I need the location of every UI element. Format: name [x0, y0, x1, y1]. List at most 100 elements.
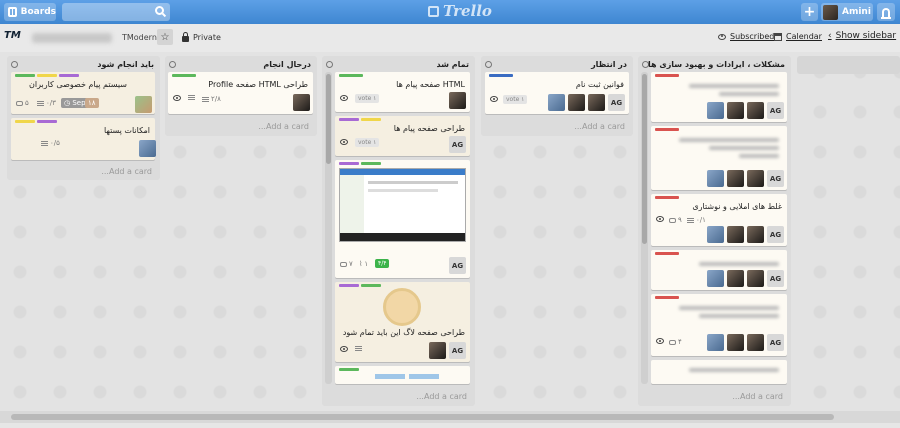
list-menu-icon[interactable]	[11, 61, 18, 68]
member-avatar-ag[interactable]: AG	[767, 334, 784, 351]
card[interactable]: AG	[651, 72, 787, 122]
member-avatar[interactable]	[707, 270, 724, 287]
list-title[interactable]: تمام شد	[436, 60, 469, 69]
member-avatar-ag[interactable]: AG	[767, 102, 784, 119]
scroll-thumb[interactable]	[326, 74, 331, 164]
member-avatar[interactable]	[139, 140, 156, 157]
member-avatar[interactable]	[747, 170, 764, 187]
member-avatar[interactable]	[727, 334, 744, 351]
member-avatar-ag[interactable]: AG	[767, 270, 784, 287]
member-avatar[interactable]	[707, 102, 724, 119]
scroll-thumb[interactable]	[642, 74, 647, 244]
card[interactable]: امکانات پستها ۰/۵	[11, 118, 156, 160]
member-menu-button[interactable]: Amini	[821, 3, 873, 21]
list-issues: مشکلات ، ایرادات و بهبود سازی ها AG AG غ…	[638, 56, 791, 406]
card[interactable]: ۴ AG	[651, 294, 787, 356]
label-green	[172, 74, 196, 77]
star-button[interactable]: ☆	[157, 29, 173, 45]
paperclip-icon: ⌇	[359, 260, 363, 268]
label-green	[339, 74, 363, 77]
watch-badge	[173, 95, 181, 101]
member-avatar[interactable]	[548, 94, 565, 111]
member-avatar-ag[interactable]: AG	[449, 342, 466, 359]
add-card-link[interactable]: Add a card...	[574, 122, 625, 131]
member-avatar[interactable]	[727, 270, 744, 287]
card[interactable]: غلط های املایی و نوشتاری ۹ ۰/۱ AG	[651, 194, 787, 246]
list-scrollbar[interactable]	[641, 72, 648, 384]
boards-button[interactable]: Boards	[4, 3, 56, 21]
card[interactable]	[651, 360, 787, 384]
member-avatar-ag[interactable]: AG	[608, 94, 625, 111]
card[interactable]: ۷ ⌇ ۱ ۴/۴ AG	[335, 160, 470, 278]
due-extra: ۱۸	[88, 99, 96, 107]
card[interactable]: طراحی HTML صفحه Profile ۲/۸	[168, 72, 313, 114]
member-avatar[interactable]	[135, 96, 152, 113]
list-title[interactable]: باید انجام شود	[97, 60, 154, 69]
card[interactable]	[335, 366, 470, 384]
member-avatar[interactable]	[568, 94, 585, 111]
org-name[interactable]: TModern	[122, 33, 157, 42]
card[interactable]: سیستم پیام خصوصی کاربران ۵ ۰/۳ ◷ Sep 1 ۱…	[11, 72, 155, 114]
member-avatar[interactable]	[429, 342, 446, 359]
search-input[interactable]	[62, 3, 170, 21]
list-doing: درحال انجام طراحی HTML صفحه Profile ۲/۸ …	[165, 56, 317, 136]
comments-badge: ۷	[340, 260, 353, 268]
member-avatar-ag[interactable]: AG	[449, 136, 466, 153]
card[interactable]: طراحی صفحه پیام ها vote ۱ AG	[335, 116, 470, 156]
add-button[interactable]: +	[801, 3, 818, 21]
comment-icon	[340, 261, 347, 267]
list-scrollbar[interactable]	[325, 72, 332, 384]
comment-icon	[669, 339, 676, 345]
member-avatar-ag[interactable]: AG	[767, 226, 784, 243]
member-avatar[interactable]	[707, 334, 724, 351]
card[interactable]: طراحی صفحه لاگ این باید تمام شود AG	[335, 282, 470, 362]
privacy-button[interactable]: Private	[182, 32, 221, 42]
member-avatar[interactable]	[449, 92, 466, 109]
boards-icon	[8, 7, 17, 17]
add-list-placeholder[interactable]	[797, 56, 900, 74]
due-extra-badge: ۱۸	[85, 98, 99, 108]
member-avatar[interactable]	[727, 102, 744, 119]
member-avatar[interactable]	[293, 94, 310, 111]
card-title: فوانین ثبت نام	[575, 80, 624, 89]
add-card-link[interactable]: Add a card...	[258, 122, 309, 131]
member-avatar[interactable]	[747, 226, 764, 243]
board-name-blurred[interactable]	[32, 33, 112, 43]
member-avatar[interactable]	[727, 226, 744, 243]
member-avatar[interactable]	[727, 170, 744, 187]
add-card-link[interactable]: Add a card...	[416, 392, 467, 401]
member-avatar[interactable]	[747, 334, 764, 351]
scroll-thumb[interactable]	[11, 414, 834, 420]
card[interactable]: فوانین ثبت نام vote ۱ AG	[485, 72, 629, 114]
eye-icon	[656, 338, 664, 344]
subscribed-button[interactable]: Subscribed	[718, 32, 774, 41]
eye-icon	[718, 33, 726, 40]
list-title[interactable]: در انتظار	[591, 60, 627, 69]
member-avatar[interactable]	[707, 170, 724, 187]
search-icon[interactable]	[155, 6, 164, 15]
member-avatar[interactable]	[747, 270, 764, 287]
watch-badge	[340, 95, 348, 101]
list-menu-icon[interactable]	[485, 61, 492, 68]
add-card-link[interactable]: Add a card...	[732, 392, 783, 401]
list-title[interactable]: مشکلات ، ایرادات و بهبود سازی ها	[648, 60, 785, 69]
list-menu-icon[interactable]	[169, 61, 176, 68]
trello-logo[interactable]: Trello	[428, 2, 492, 20]
list-title[interactable]: درحال انجام	[263, 60, 311, 69]
card[interactable]: HTML صفحه پیام ها vote ۱	[335, 72, 470, 112]
member-avatar[interactable]	[707, 226, 724, 243]
checklist-icon	[37, 100, 44, 106]
member-avatar-ag[interactable]: AG	[449, 257, 466, 274]
calendar-button[interactable]: Calendar	[774, 32, 822, 41]
card-title: HTML صفحه پیام ها	[396, 80, 465, 89]
member-avatar[interactable]	[747, 102, 764, 119]
add-card-link[interactable]: Add a card...	[101, 167, 152, 176]
list-menu-icon[interactable]	[326, 61, 333, 68]
member-avatar[interactable]	[588, 94, 605, 111]
card[interactable]: AG	[651, 250, 787, 290]
board-horizontal-scrollbar[interactable]	[0, 411, 900, 423]
notifications-button[interactable]	[877, 3, 895, 21]
show-sidebar-button[interactable]: ‹ Show sidebar	[828, 31, 896, 41]
card[interactable]: AG	[651, 126, 787, 190]
member-avatar-ag[interactable]: AG	[767, 170, 784, 187]
